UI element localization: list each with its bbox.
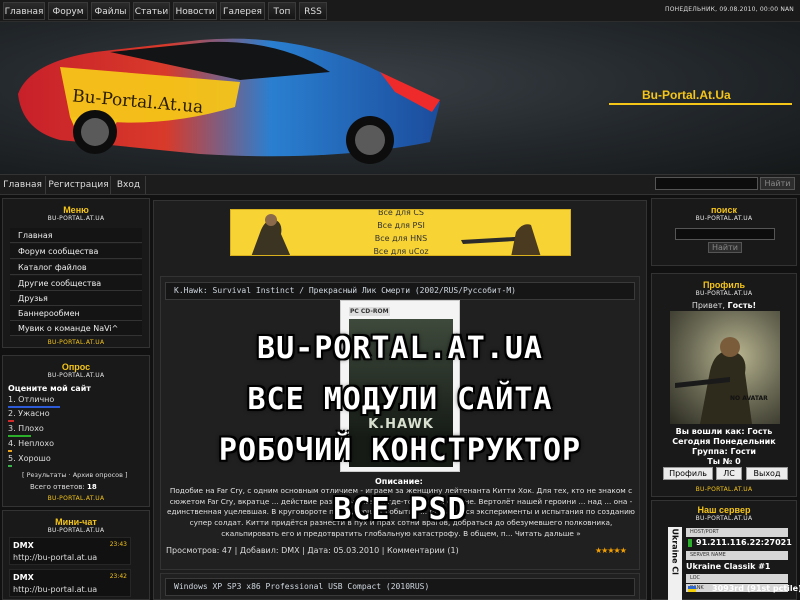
chat-author[interactable]: DMX [13,541,34,550]
profile-subtitle: BU-PORTAL.AT.UA [695,290,753,297]
server-name: Ukraine Classik #1 [686,562,771,571]
server-host[interactable]: 91.211.116.22:27021 [696,538,800,547]
menu-item-friends[interactable]: Друзья [10,291,142,306]
article-title[interactable]: K.Hawk: Survival Instinct / Прекрасный Л… [174,284,516,298]
rating-stars[interactable]: ★★★★★ [595,546,627,555]
poll-results-link[interactable]: [ Результаты · Архив опросов ] [22,471,128,479]
user-group: Группа: Гости [691,447,757,456]
current-datetime: Понедельник, 09.08.2010, 00:00 NaN [665,6,794,13]
menu-title: Меню [63,205,89,215]
nav-register[interactable]: Регистрация [47,176,111,194]
messages-button[interactable]: ЛС [716,467,742,480]
title-underline [609,103,792,105]
search-input[interactable] [675,228,775,240]
menu-item-home[interactable]: Главная [10,228,142,243]
chat-message: DMX 23:42 http://bu-portal.at.ua [9,569,131,597]
profile-footer: BU-PORTAL.AT.UA [695,486,753,493]
top-navigation: Главная Форум Файлы Статьи Новости Галер… [0,0,800,22]
article-title-bar: K.Hawk: Survival Instinct / Прекрасный Л… [165,282,635,300]
chat-text[interactable]: http://bu-portal.at.ua [13,585,97,594]
no-avatar-label: NO AVATAR [730,395,768,402]
search-subtitle: BU-PORTAL.AT.UA [695,215,753,222]
article-meta: Просмотров: 47 | Добавил: DMX | Дата: 05… [166,546,459,555]
server-widget-side: Ukraine Cl [668,527,682,600]
server-side-label: Ukraine Cl [670,528,680,575]
site-title: Bu-Portal.At.Ua [642,88,731,102]
menu-subtitle: BU-PORTAL.AT.UA [47,215,105,222]
ukraine-flag-icon [688,586,696,592]
header-search-input[interactable] [655,177,758,190]
cover-platform-label: PC CD-ROM [349,307,390,316]
server-host-label: HOST/PORT [686,528,788,537]
description-label: Описание: [375,477,423,486]
ad-line: Все для HNS [374,234,428,243]
topnav-top[interactable]: Топ [268,2,296,20]
logout-button[interactable]: Выход [746,467,788,480]
profile-title: Профиль [702,280,746,290]
nav-login[interactable]: Вход [112,176,146,194]
topnav-news[interactable]: Новости [173,2,217,20]
ad-line: Все для PSI [377,221,425,230]
server-status-icon [688,539,692,547]
avatar: NO AVATAR [670,311,780,424]
topnav-files[interactable]: Файлы [91,2,130,20]
poll-subtitle: BU-PORTAL.AT.UA [47,372,105,379]
menu-item-files[interactable]: Каталог файлов [10,260,142,275]
article-title[interactable]: Windows XP SP3 x86 Professional USB Comp… [174,580,429,594]
profile-greeting: Привет, Гость! [691,301,757,310]
chat-message: DMX 23:43 http://bu-portal.at.ua [9,537,131,565]
ad-banner[interactable]: Все для CS Все для PSI Все для HNS Все д… [230,209,571,256]
header-search-button[interactable]: Найти [760,177,795,190]
article-card: Windows XP SP3 x86 Professional USB Comp… [160,573,640,600]
chat-author[interactable]: DMX [13,573,34,582]
server-subtitle: BU-PORTAL.AT.UA [695,515,753,522]
topnav-forum[interactable]: Форум [48,2,88,20]
ad-line: Все для uCoz [373,247,429,256]
chat-time: 23:43 [109,541,127,548]
login-status: Вы вошли как: Гость [675,427,773,436]
topnav-gallery[interactable]: Галерея [220,2,265,20]
server-rank: 3093rd (91st pctile) [712,584,800,593]
poll-total: Всего ответов: 18 [30,483,97,491]
search-button[interactable]: Найти [708,242,742,253]
server-loc-label: LOC [686,574,788,583]
server-name-label: SERVER NAME [686,551,788,560]
cover-title: K.HAWK [368,417,434,432]
topnav-rss[interactable]: RSS [299,2,327,20]
profile-button[interactable]: Профиль [663,467,713,480]
site-header-banner: Bu-Portal.At.ua Bu-Portal.At.Ua [0,22,800,174]
user-number: Ты № 0 [707,457,741,466]
chat-time: 23:42 [109,573,127,580]
poll-option[interactable]: 3. Плохо [8,424,44,433]
menu-item-forum[interactable]: Форум сообщества [10,244,142,259]
topnav-articles[interactable]: Статьи [133,2,170,20]
today-label: Сегодня Понедельник [672,437,776,446]
soldier-avatar [675,337,752,424]
chat-subtitle: BU-PORTAL.AT.UA [47,527,105,534]
menu-item-communities[interactable]: Другие сообщества [10,276,142,291]
server-title: Наш сервер [697,505,751,515]
ad-line: Все для CS [377,209,424,217]
article-title-bar: Windows XP SP3 x86 Professional USB Comp… [165,578,635,596]
menu-item-banner-exchange[interactable]: Баннерообмен [10,306,142,321]
nav-home[interactable]: Главная [0,176,46,194]
poll-bar [8,420,14,422]
topnav-home[interactable]: Главная [3,2,45,20]
search-title: поиск [711,205,737,215]
chat-text[interactable]: http://bu-portal.at.ua [13,553,97,562]
